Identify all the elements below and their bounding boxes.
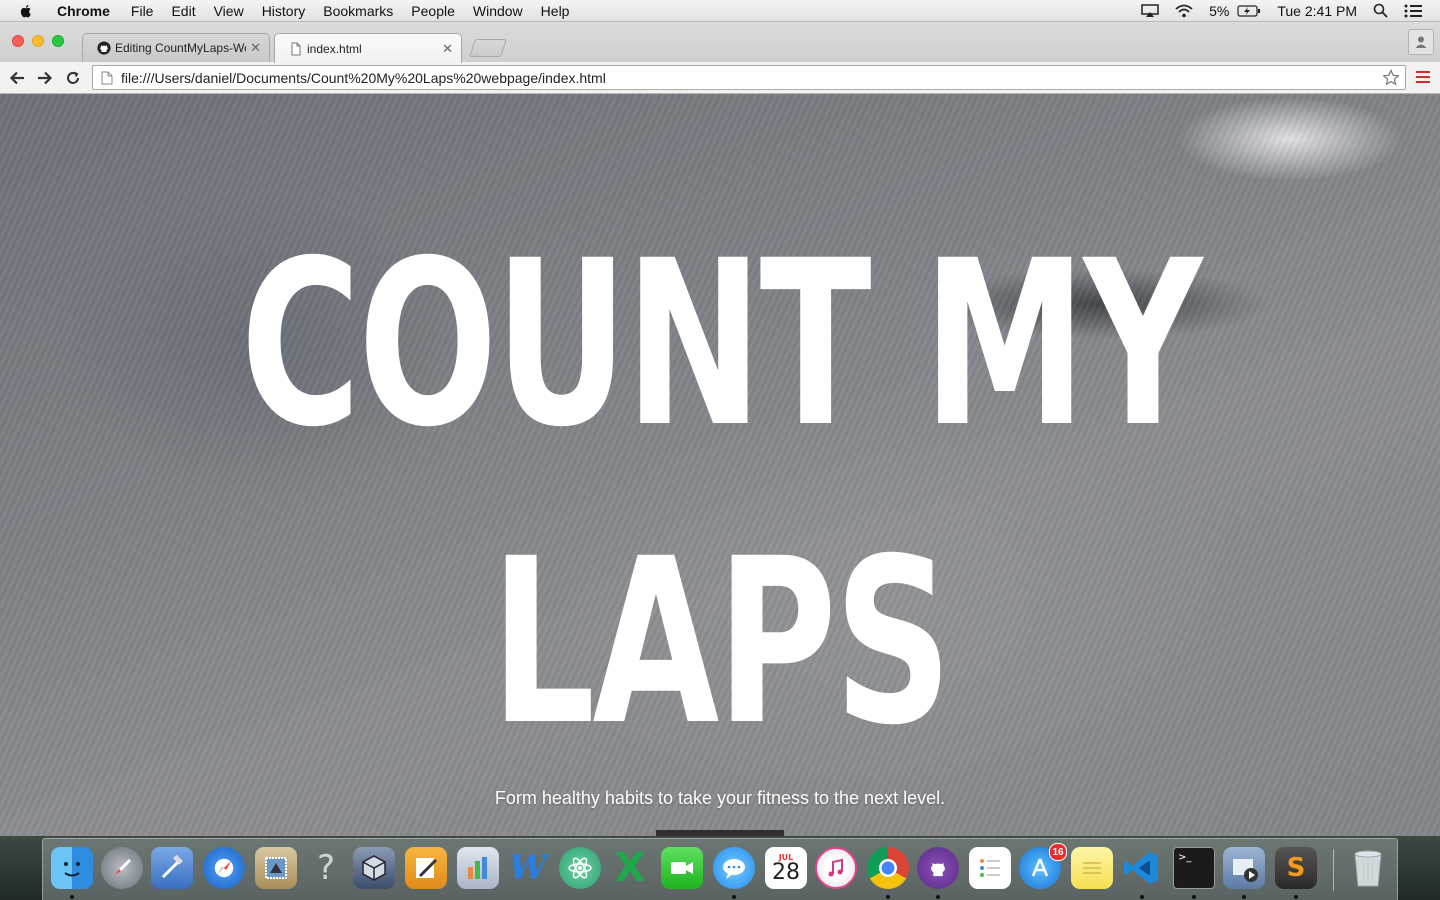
page-icon [101,71,113,84]
bookmark-star-icon[interactable] [1382,68,1400,87]
running-indicator [1192,895,1196,899]
page-hero: COUNT MY LAPS Form healthy habits to tak… [0,94,1440,836]
menu-bookmarks[interactable]: Bookmarks [314,0,402,22]
hero-tagline: Form healthy habits to take your fitness… [494,788,946,808]
chrome-toolbar: file:///Users/daniel/Documents/Count%20M… [0,62,1440,94]
menu-edit[interactable]: Edit [162,0,204,22]
window-close-button[interactable] [12,35,24,47]
launchpad-icon[interactable] [101,847,143,889]
url-text[interactable]: file:///Users/daniel/Documents/Count%20M… [121,70,1382,86]
running-indicator [1242,895,1246,899]
tab-editing-countmylaps[interactable]: Editing CountMyLaps-Web ✕ [82,33,270,62]
dock-separator [1333,849,1334,891]
page-icon [291,42,301,55]
address-bar[interactable]: file:///Users/daniel/Documents/Count%20M… [92,65,1406,90]
sublime-text-icon[interactable]: S [1275,847,1317,889]
reload-button[interactable] [63,68,83,88]
tab-index-html[interactable]: index.html ✕ [274,33,462,63]
profile-avatar-button[interactable] [1408,29,1434,55]
virtualbox-icon[interactable] [353,847,395,889]
menubar-clock[interactable]: Tue 2:41 PM [1269,3,1365,19]
window-minimize-button[interactable] [32,35,44,47]
word-icon[interactable]: W [507,847,549,889]
tab-close-icon[interactable]: ✕ [442,41,453,57]
running-indicator [886,895,890,899]
app-store-update-badge: 16 [1049,843,1067,861]
app-store-icon[interactable]: 16 [1019,843,1067,889]
tab-title: index.html [307,41,362,56]
person-icon [1415,36,1427,48]
arrow-right-icon [38,71,53,85]
running-indicator [1294,895,1298,899]
apple-menu-icon[interactable] [18,3,34,19]
airplay-icon[interactable] [1133,3,1167,18]
running-indicator [732,895,736,899]
excel-icon[interactable]: X [609,845,651,891]
reminders-icon[interactable] [969,847,1011,889]
wifi-icon[interactable] [1167,4,1201,18]
notification-center-icon[interactable] [1396,4,1440,18]
macos-dock: ? W X JUL 28 16 >_ S [42,838,1398,900]
menu-view[interactable]: View [205,0,253,22]
menu-window[interactable]: Window [464,0,532,22]
chrome-icon[interactable] [867,847,909,889]
help-question-icon[interactable]: ? [305,847,347,889]
window-zoom-button[interactable] [52,35,64,47]
running-indicator [70,895,74,899]
running-indicator [936,895,940,899]
trash-icon[interactable] [1347,847,1389,889]
running-indicator [1140,895,1144,899]
itunes-icon[interactable] [815,847,857,889]
tab-title: Editing CountMyLaps-Web [115,41,247,55]
menu-file[interactable]: File [122,0,163,22]
keynote-numbers-icon[interactable] [457,847,499,889]
atom-icon[interactable] [559,847,601,889]
menu-history[interactable]: History [253,0,315,22]
reload-icon [67,71,79,84]
safari-icon[interactable] [203,847,245,889]
facetime-icon[interactable] [661,847,703,889]
xcode-icon[interactable] [151,847,193,889]
arrow-left-icon [9,71,24,85]
notes-icon[interactable] [1071,847,1113,889]
new-tab-button[interactable] [469,39,507,57]
github-desktop-icon[interactable] [917,847,959,889]
github-icon [97,41,111,55]
battery-percent: 5% [1209,2,1230,19]
calendar-day: 28 [772,859,800,885]
mail-stamp-icon[interactable] [255,847,297,889]
spotlight-search-icon[interactable] [1365,3,1396,18]
automator-preview-icon[interactable] [1223,847,1265,889]
terminal-icon[interactable]: >_ [1173,847,1215,889]
hero-title-line-2: LAPS [490,509,953,775]
menu-app-name[interactable]: Chrome [48,0,122,22]
macos-menu-bar: Chrome File Edit View History Bookmarks … [0,0,1440,22]
menu-help[interactable]: Help [532,0,579,22]
chrome-menu-button[interactable] [1416,71,1430,85]
back-button[interactable] [7,68,27,88]
chrome-tab-strip: Editing CountMyLaps-Web ✕ index.html ✕ [0,22,1440,63]
finder-icon[interactable] [51,847,93,889]
tab-close-icon[interactable]: ✕ [250,40,261,56]
battery-charging-icon[interactable] [1237,4,1269,17]
calendar-icon[interactable]: JUL 28 [765,847,807,889]
forward-button[interactable] [35,68,55,88]
menu-people[interactable]: People [402,0,464,22]
messages-icon[interactable] [713,847,755,889]
visual-studio-code-icon[interactable] [1121,847,1163,889]
hero-title-line-1: COUNT MY [240,211,1202,477]
pages-icon[interactable] [405,847,447,889]
